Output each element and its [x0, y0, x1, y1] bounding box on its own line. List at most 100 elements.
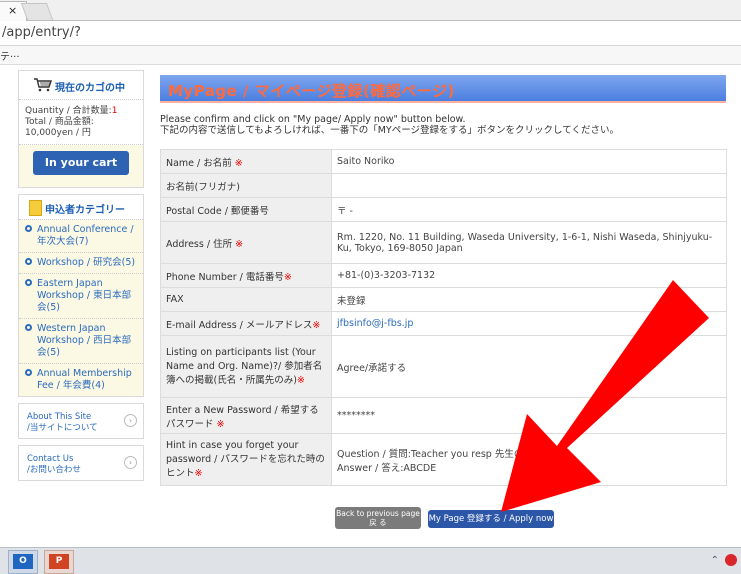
taskbar: O P ⌃ — [0, 547, 741, 574]
cart-quantity-label: Quantity / 合計数量: — [25, 106, 112, 116]
table-row: Enter a New Password / 希望するパスワード ※ *****… — [160, 397, 727, 434]
field-label: Phone Number / 電話番号 — [166, 271, 284, 283]
category-item-annual-membership[interactable]: Annual Membership Fee / 年会費(4) — [19, 364, 143, 396]
apply-now-button[interactable]: My Page 登録する / Apply now — [428, 510, 554, 528]
system-tray: ⌃ — [711, 554, 737, 566]
page-title-bar: MyPage / マイページ登録(確認ページ) — [160, 75, 726, 103]
required-mark: ※ — [216, 418, 225, 430]
table-row: FAX 未登録 — [160, 287, 727, 312]
field-label: Postal Code / 郵便番号 — [166, 205, 269, 217]
table-row: Listing on participants list (Your Name … — [160, 335, 727, 398]
required-mark: ※ — [234, 157, 243, 169]
contact-us-label-ja: /お問い合わせ — [27, 465, 81, 475]
field-label: Address / 住所 — [166, 238, 236, 250]
field-label: Hint in case you forget your password / … — [166, 440, 325, 479]
field-value — [331, 173, 727, 198]
chevron-right-icon: › — [124, 414, 137, 427]
shopping-cart-icon — [34, 78, 52, 92]
cart-button-area: In your cart — [19, 145, 143, 187]
email-value-link[interactable]: jfbsinfo@j-fbs.jp — [337, 318, 413, 329]
close-tab-icon[interactable]: × — [8, 4, 17, 17]
back-button[interactable]: Back to previous page 戻 る — [335, 507, 421, 529]
new-tab-button[interactable] — [20, 3, 54, 20]
outlook-icon: O — [13, 554, 33, 569]
contact-us-label: Contact Us — [27, 454, 74, 464]
address-bar[interactable]: /app/entry/? — [0, 21, 741, 46]
cart-box: 現在のカゴの中 Quantity / 合計数量:1 Total / 商品金額: … — [18, 70, 144, 188]
instructions: Please confirm and click on "My page/ Ap… — [160, 114, 619, 136]
cart-summary: Quantity / 合計数量:1 Total / 商品金額: 10,000ye… — [19, 100, 143, 145]
browser-tab-bar: × — [0, 0, 741, 21]
required-mark: ※ — [283, 271, 292, 283]
field-label: お名前(フリガナ) — [166, 181, 240, 193]
field-value: Rm. 1220, No. 11 Building, Waseda Univer… — [331, 221, 727, 264]
document-icon — [29, 200, 42, 216]
field-value: Agree/承諾する — [331, 335, 727, 398]
table-row: Address / 住所 ※ Rm. 1220, No. 11 Building… — [160, 221, 727, 264]
field-label: Enter a New Password / 希望するパスワード — [166, 404, 319, 430]
category-item-annual-conference[interactable]: Annual Conference / 年次大会(7) — [19, 220, 143, 253]
cart-title: 現在のカゴの中 — [55, 83, 125, 94]
field-value: Saito Noriko — [331, 149, 727, 174]
cart-quantity-value: 1 — [111, 106, 118, 116]
category-item-eastern-japan[interactable]: Eastern Japan Workshop / 東日本部会(5) — [19, 274, 143, 319]
category-item-western-japan[interactable]: Western Japan Workshop / 西日本部会(5) — [19, 319, 143, 364]
field-value: 〒 - — [331, 197, 727, 222]
cart-header: 現在のカゴの中 — [19, 71, 143, 100]
about-site-label: About This Site — [27, 412, 92, 422]
cart-total-label: Total / 商品金額: — [25, 117, 94, 127]
field-value: 未登録 — [331, 287, 727, 312]
bookmarks-bar: テ··· — [0, 46, 741, 65]
table-row: Phone Number / 電話番号※ +81-(0)3-3203-7132 — [160, 263, 727, 288]
contact-us-link[interactable]: Contact Us /お問い合わせ › — [18, 445, 144, 481]
instruction-ja: 下記の内容で送信してもよろしければ、一番下の「MYページ登録をする」ボタンをクリ… — [160, 125, 619, 136]
required-mark: ※ — [235, 238, 244, 250]
table-row: Name / お名前 ※ Saito Noriko — [160, 149, 727, 174]
field-value: +81-(0)3-3203-7132 — [331, 263, 727, 288]
category-label: Workshop / 研究会(5) — [37, 257, 136, 268]
field-label: Name / お名前 — [166, 157, 235, 169]
tray-chevron-icon[interactable]: ⌃ — [711, 555, 719, 566]
field-value: ******** — [331, 397, 727, 434]
field-label: E-mail Address / メールアドレス — [166, 319, 313, 331]
category-label: Annual Conference / 年次大会(7) — [37, 224, 134, 247]
back-button-label: Back to previous page — [336, 509, 420, 518]
category-label: Western Japan Workshop / 西日本部会(5) — [37, 323, 132, 358]
confirmation-table: Name / お名前 ※ Saito Noriko お名前(フリガナ) Post… — [160, 149, 727, 486]
cart-total-value: 10,000yen / 円 — [25, 128, 91, 138]
sidebar: 現在のカゴの中 Quantity / 合計数量:1 Total / 商品金額: … — [18, 70, 144, 487]
address-url[interactable]: /app/entry/? — [2, 25, 81, 40]
field-label: FAX — [166, 294, 184, 305]
powerpoint-icon: P — [49, 554, 69, 569]
required-mark: ※ — [194, 468, 203, 479]
powerpoint-taskbar-button[interactable]: P — [44, 550, 74, 574]
table-row: お名前(フリガナ) — [160, 173, 727, 198]
table-row: E-mail Address / メールアドレス※ jfbsinfo@j-fbs… — [160, 311, 727, 336]
category-item-workshop[interactable]: Workshop / 研究会(5) — [19, 253, 143, 274]
page-title: MyPage / マイページ登録(確認ページ) — [168, 82, 455, 100]
category-box: 申込者カテゴリー Annual Conference / 年次大会(7) Wor… — [18, 194, 144, 397]
antivirus-tray-icon[interactable] — [725, 554, 737, 566]
field-value: Question / 質問:Teacher you resp 先生の名前は? A… — [331, 433, 727, 486]
category-header: 申込者カテゴリー — [19, 195, 143, 220]
outlook-taskbar-button[interactable]: O — [8, 550, 38, 574]
required-mark: ※ — [312, 319, 321, 331]
category-label: Eastern Japan Workshop / 東日本部会(5) — [37, 278, 132, 313]
required-mark: ※ — [296, 375, 305, 386]
circle-bullet-icon — [25, 258, 32, 265]
in-your-cart-button[interactable]: In your cart — [33, 151, 129, 175]
circle-bullet-icon — [25, 279, 32, 286]
about-site-label-ja: /当サイトについて — [27, 423, 98, 433]
about-site-link[interactable]: About This Site /当サイトについて › — [18, 403, 144, 439]
bookmark-item[interactable]: テ··· — [0, 48, 20, 63]
circle-bullet-icon — [25, 369, 32, 376]
table-row: Hint in case you forget your password / … — [160, 433, 727, 486]
category-title: 申込者カテゴリー — [45, 205, 125, 216]
back-button-label-ja: 戻 る — [369, 518, 387, 527]
circle-bullet-icon — [25, 324, 32, 331]
category-label: Annual Membership Fee / 年会費(4) — [37, 368, 132, 391]
instruction-en: Please confirm and click on "My page/ Ap… — [160, 114, 466, 125]
chevron-right-icon: › — [124, 456, 137, 469]
table-row: Postal Code / 郵便番号 〒 - — [160, 197, 727, 222]
circle-bullet-icon — [25, 225, 32, 232]
